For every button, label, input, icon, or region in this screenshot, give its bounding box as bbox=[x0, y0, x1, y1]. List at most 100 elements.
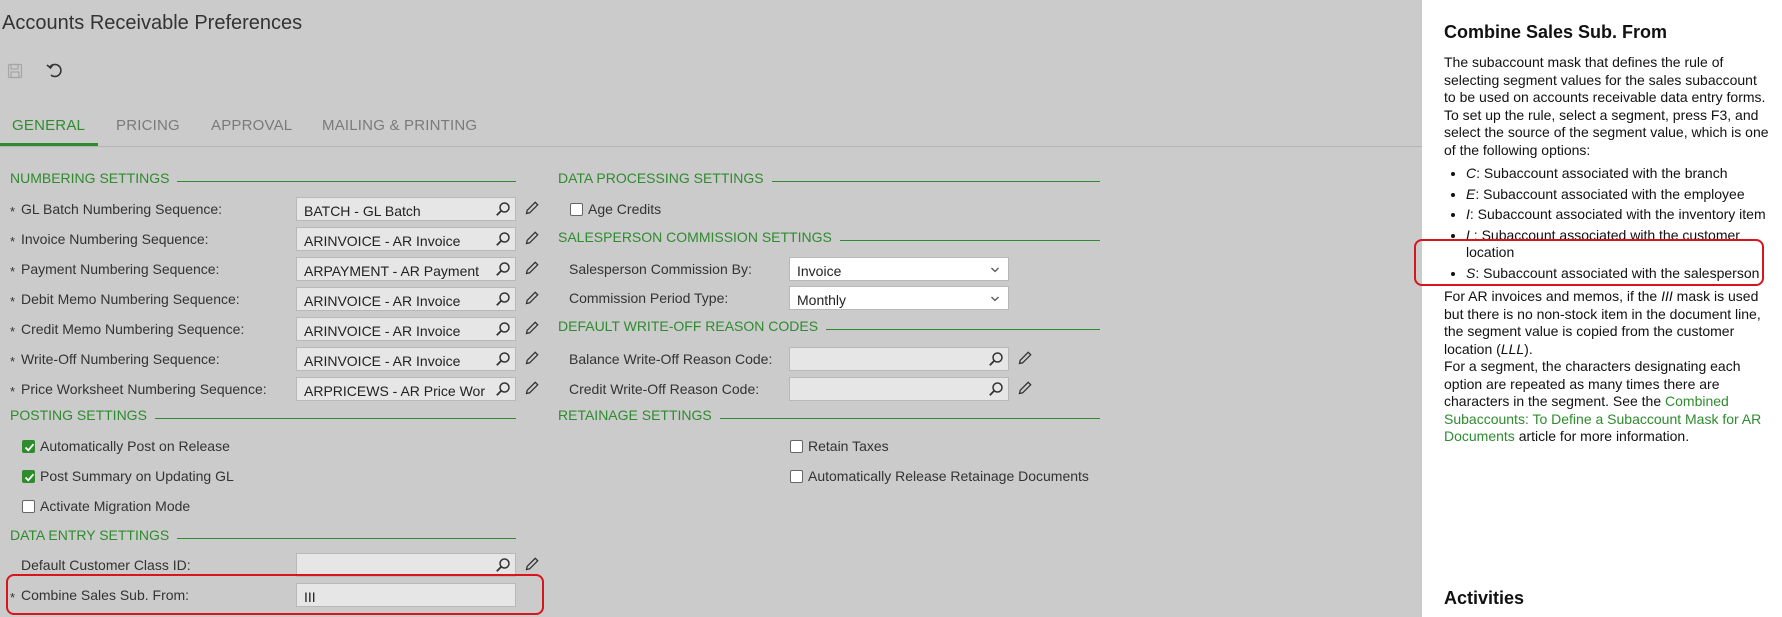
tab-general[interactable]: GENERAL bbox=[12, 117, 85, 134]
search-icon[interactable] bbox=[495, 201, 511, 217]
edit-pencil-icon[interactable] bbox=[524, 380, 540, 396]
commission-by-select[interactable]: Invoice bbox=[789, 257, 1009, 281]
search-icon[interactable] bbox=[495, 557, 511, 573]
invoice-numbering-field[interactable]: ARINVOICE - AR Invoice bbox=[296, 227, 516, 251]
retain-taxes-checkbox[interactable] bbox=[790, 440, 803, 453]
save-icon bbox=[7, 63, 23, 79]
edit-pencil-icon[interactable] bbox=[524, 350, 540, 366]
section-title: DATA PROCESSING SETTINGS bbox=[558, 170, 764, 186]
option-code: E bbox=[1466, 185, 1476, 202]
checkbox-label: Retain Taxes bbox=[808, 438, 889, 454]
help-panel: Combine Sales Sub. From The subaccount m… bbox=[1414, 0, 1782, 617]
tab-pricing[interactable]: PRICING bbox=[116, 117, 180, 134]
option-text: : Subaccount associated with the branch bbox=[1476, 165, 1728, 181]
edit-pencil-icon[interactable] bbox=[524, 290, 540, 306]
commission-period-select[interactable]: Monthly bbox=[789, 286, 1009, 310]
select-value: Invoice bbox=[797, 263, 842, 279]
balance-writeoff-field[interactable] bbox=[789, 347, 1009, 371]
post-summary-checkbox[interactable] bbox=[22, 470, 35, 483]
search-icon[interactable] bbox=[495, 381, 511, 397]
option-text: : Subaccount associated with the invento… bbox=[1469, 206, 1766, 222]
edit-pencil-icon[interactable] bbox=[524, 320, 540, 336]
active-tab-indicator bbox=[0, 143, 98, 146]
checkmark-icon bbox=[24, 473, 35, 482]
checkbox-label: Automatically Post on Release bbox=[40, 438, 230, 454]
numbering-settings-header: NUMBERING SETTINGS bbox=[10, 170, 516, 186]
select-value: Monthly bbox=[797, 292, 847, 308]
section-title: DEFAULT WRITE-OFF REASON CODES bbox=[558, 318, 819, 334]
search-icon[interactable] bbox=[988, 351, 1004, 367]
required-marker: * bbox=[10, 294, 16, 309]
search-icon[interactable] bbox=[495, 321, 511, 337]
credit-writeoff-field[interactable] bbox=[789, 377, 1009, 401]
section-title: RETAINAGE SETTINGS bbox=[558, 407, 712, 423]
tab-mailing-printing[interactable]: MAILING & PRINTING bbox=[322, 117, 477, 134]
option-code: C bbox=[1466, 165, 1477, 181]
search-icon[interactable] bbox=[988, 381, 1004, 397]
payment-numbering-field[interactable]: ARPAYMENT - AR Payment bbox=[296, 257, 516, 281]
field-value: ARINVOICE - AR Invoice bbox=[304, 293, 461, 309]
field-label: Default Customer Class ID: bbox=[21, 557, 191, 573]
text-run: For AR invoices and memos, if the bbox=[1444, 288, 1662, 304]
field-label: Write-Off Numbering Sequence: bbox=[21, 351, 220, 367]
main-panel: Accounts Receivable Preferences GENERAL … bbox=[0, 0, 1422, 617]
retainage-settings-header: RETAINAGE SETTINGS bbox=[558, 407, 1100, 423]
gl-batch-numbering-field[interactable]: BATCH - GL Batch bbox=[296, 197, 516, 221]
edit-pencil-icon[interactable] bbox=[524, 556, 540, 572]
mask-text: III bbox=[1661, 288, 1673, 304]
help-paragraph: The subaccount mask that defines the rul… bbox=[1444, 54, 1766, 105]
required-marker: * bbox=[10, 234, 16, 249]
field-value: ARINVOICE - AR Invoice bbox=[304, 353, 461, 369]
search-icon[interactable] bbox=[495, 261, 511, 277]
field-label: GL Batch Numbering Sequence: bbox=[21, 201, 223, 217]
price-worksheet-numbering-field[interactable]: ARPRICEWS - AR Price Worksheet bbox=[296, 377, 516, 401]
help-paragraph: To set up the rule, select a segment, pr… bbox=[1444, 106, 1769, 158]
section-title: SALESPERSON COMMISSION SETTINGS bbox=[558, 229, 832, 245]
field-value: ARPAYMENT - AR Payment bbox=[304, 263, 480, 279]
mask-text: LLL bbox=[1500, 340, 1525, 357]
undo-icon bbox=[46, 63, 62, 78]
field-label: Salesperson Commission By: bbox=[569, 261, 752, 277]
search-icon[interactable] bbox=[495, 291, 511, 307]
checkbox-label: Post Summary on Updating GL bbox=[40, 468, 234, 484]
search-icon[interactable] bbox=[495, 351, 511, 367]
data-processing-settings-header: DATA PROCESSING SETTINGS bbox=[558, 170, 1100, 186]
migration-mode-checkbox[interactable] bbox=[22, 500, 35, 513]
section-title: DATA ENTRY SETTINGS bbox=[10, 527, 170, 543]
edit-pencil-icon[interactable] bbox=[524, 230, 540, 246]
edit-pencil-icon[interactable] bbox=[524, 260, 540, 276]
required-marker: * bbox=[10, 204, 16, 219]
search-icon[interactable] bbox=[495, 231, 511, 247]
field-value: ARINVOICE - AR Invoice bbox=[304, 323, 461, 339]
section-title: POSTING SETTINGS bbox=[10, 407, 147, 423]
edit-pencil-icon[interactable] bbox=[524, 200, 540, 216]
field-label: Balance Write-Off Reason Code: bbox=[569, 351, 773, 367]
help-title: Combine Sales Sub. From bbox=[1444, 22, 1668, 42]
edit-pencil-icon[interactable] bbox=[1017, 350, 1033, 366]
edit-pencil-icon[interactable] bbox=[1017, 380, 1033, 396]
auto-release-retainage-checkbox[interactable] bbox=[790, 470, 803, 483]
chevron-down-icon bbox=[991, 296, 999, 302]
auto-post-checkbox[interactable] bbox=[22, 440, 35, 453]
highlight-box bbox=[1414, 239, 1764, 286]
list-item: E: Subaccount associated with the employ… bbox=[1466, 186, 1772, 204]
list-item: I: Subaccount associated with the invent… bbox=[1466, 206, 1772, 224]
required-marker: * bbox=[10, 324, 16, 339]
credit-memo-numbering-field[interactable]: ARINVOICE - AR Invoice bbox=[296, 317, 516, 341]
field-label: Price Worksheet Numbering Sequence: bbox=[21, 381, 267, 397]
save-button[interactable] bbox=[4, 60, 26, 82]
age-credits-checkbox[interactable] bbox=[570, 203, 583, 216]
field-label: Credit Memo Numbering Sequence: bbox=[21, 321, 245, 337]
debit-memo-numbering-field[interactable]: ARINVOICE - AR Invoice bbox=[296, 287, 516, 311]
undo-button[interactable] bbox=[44, 60, 66, 82]
checkbox-label: Activate Migration Mode bbox=[40, 498, 191, 514]
checkmark-icon bbox=[24, 443, 35, 452]
field-value: BATCH - GL Batch bbox=[304, 203, 421, 219]
tab-approval[interactable]: APPROVAL bbox=[211, 117, 292, 134]
list-item: C: Subaccount associated with the branch bbox=[1466, 165, 1772, 183]
section-title: NUMBERING SETTINGS bbox=[10, 170, 170, 186]
tab-bar: GENERAL PRICING APPROVAL MAILING & PRINT… bbox=[0, 112, 1422, 147]
checkbox-label: Age Credits bbox=[588, 201, 662, 217]
write-off-numbering-field[interactable]: ARINVOICE - AR Invoice bbox=[296, 347, 516, 371]
field-value: ARINVOICE - AR Invoice bbox=[304, 233, 461, 249]
